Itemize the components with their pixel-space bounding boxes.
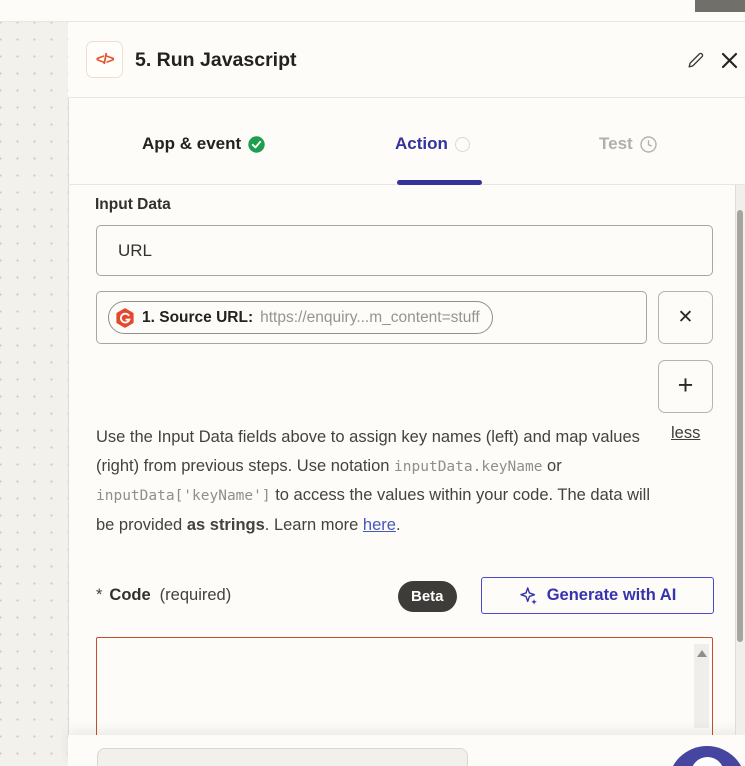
tab-app-and-event-label: App & event — [142, 134, 242, 153]
collapsed-footer-button[interactable] — [97, 748, 468, 766]
active-tab-underline — [397, 180, 482, 185]
input-data-help-text: Use the Input Data fields above to assig… — [96, 423, 659, 539]
top-strip — [0, 0, 745, 22]
edit-title-button[interactable] — [684, 49, 706, 71]
partial-toolbar-fragment — [695, 0, 745, 12]
scroll-up-arrow-icon[interactable] — [696, 650, 707, 657]
show-less-link[interactable]: less — [671, 424, 700, 443]
input-data-key-field[interactable] — [96, 225, 713, 276]
tab-test-label: Test — [599, 134, 633, 153]
tab-test[interactable]: Test — [599, 131, 657, 157]
help-text-4: . Learn more — [264, 515, 363, 534]
help-code-inputdata-bracket: inputData['keyName'] — [96, 488, 271, 504]
generate-with-ai-button[interactable]: Generate with AI — [481, 577, 714, 614]
remove-row-button[interactable]: ✕ — [658, 291, 713, 344]
add-row-button[interactable]: + — [658, 360, 713, 413]
editor-dot-canvas — [0, 22, 68, 766]
close-panel-button[interactable] — [718, 49, 740, 71]
generate-with-ai-label: Generate with AI — [546, 586, 677, 604]
tab-app-and-event[interactable]: App & event — [142, 131, 265, 157]
help-as-strings-bold: as strings — [186, 515, 265, 534]
pencil-icon — [686, 51, 705, 70]
learn-more-here-link[interactable]: here — [363, 516, 396, 534]
input-data-label: Input Data — [95, 196, 171, 213]
required-note: (required) — [159, 586, 232, 604]
zap-step-editor-panel: </> 5. Run Javascript App & event Action — [0, 0, 745, 766]
required-asterisk: * — [96, 586, 103, 604]
help-code-inputdata-dot: inputData.keyName — [394, 458, 543, 475]
help-text-2: or — [542, 456, 562, 475]
tab-action[interactable]: Action — [395, 131, 470, 157]
ai-sparkle-icon — [519, 586, 538, 605]
empty-status-circle-icon — [454, 136, 470, 152]
mapped-field-step-label: 1. Source URL: — [142, 308, 254, 326]
panel-scrollbar-thumb[interactable] — [737, 210, 743, 642]
code-editor-scrollbar[interactable] — [694, 644, 709, 728]
close-icon — [721, 52, 738, 69]
beta-badge: Beta — [398, 581, 457, 612]
tab-action-label: Action — [395, 134, 448, 153]
help-text-5: . — [395, 515, 401, 534]
chat-bubble-face-icon — [691, 757, 724, 766]
code-app-icon: </> — [86, 41, 123, 78]
pending-clock-icon — [640, 135, 657, 153]
input-data-value-field[interactable]: 1. Source URL: https://enquiry...m_conte… — [96, 291, 647, 344]
check-circle-icon — [248, 135, 265, 153]
code-field-label: * Code (required) — [96, 586, 231, 605]
code-editor-textarea[interactable] — [96, 637, 713, 741]
mapped-field-pill[interactable]: 1. Source URL: https://enquiry...m_conte… — [108, 301, 493, 334]
code-brackets-icon: </> — [95, 51, 115, 68]
step-title: 5. Run Javascript — [135, 49, 297, 71]
code-label-word: Code — [109, 586, 151, 604]
source-app-icon — [115, 307, 135, 328]
mapped-field-value-preview: https://enquiry...m_content=stuff — [260, 308, 480, 326]
